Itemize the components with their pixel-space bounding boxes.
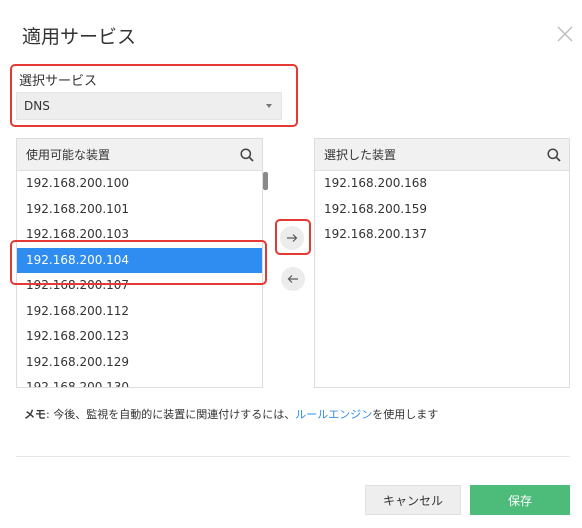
service-label: 選択サービス bbox=[19, 74, 98, 89]
list-item[interactable]: 192.168.200.107 bbox=[17, 273, 262, 299]
save-button[interactable]: 保存 bbox=[470, 485, 570, 515]
close-icon bbox=[557, 26, 573, 42]
selected-devices-panel: 選択した装置 192.168.200.168 192.168.200.159 1… bbox=[314, 138, 570, 388]
available-devices-panel: 使用可能な装置 192.168.200.100 192.168.200.101 … bbox=[16, 138, 263, 388]
selected-devices-list: 192.168.200.168 192.168.200.159 192.168.… bbox=[315, 171, 569, 248]
memo-prefix: メモ bbox=[24, 408, 46, 421]
selected-devices-title: 選択した装置 bbox=[324, 148, 397, 162]
divider bbox=[16, 456, 570, 457]
search-icon[interactable] bbox=[240, 148, 254, 162]
available-devices-header: 使用可能な装置 bbox=[17, 139, 262, 171]
available-devices-list: 192.168.200.100 192.168.200.101 192.168.… bbox=[17, 171, 262, 387]
list-item[interactable]: 192.168.200.101 bbox=[17, 197, 262, 223]
selected-devices-header: 選択した装置 bbox=[315, 139, 569, 171]
memo-suffix: を使用します bbox=[372, 408, 439, 421]
list-item[interactable]: 192.168.200.129 bbox=[17, 350, 262, 376]
list-item[interactable]: 192.168.200.100 bbox=[17, 171, 262, 197]
list-item[interactable]: 192.168.200.103 bbox=[17, 222, 262, 248]
rule-engine-link[interactable]: ルールエンジン bbox=[295, 408, 372, 421]
arrow-left-icon bbox=[287, 275, 298, 283]
list-item[interactable]: 192.168.200.123 bbox=[17, 324, 262, 350]
arrow-right-icon bbox=[287, 234, 298, 242]
available-devices-title: 使用可能な装置 bbox=[26, 148, 111, 162]
memo-body: : 今後、監視を自動的に装置に関連付けするには、 bbox=[46, 408, 296, 421]
list-item[interactable]: 192.168.200.137 bbox=[315, 222, 569, 248]
list-item[interactable]: 192.168.200.112 bbox=[17, 299, 262, 325]
cancel-button[interactable]: キャンセル bbox=[365, 485, 461, 515]
dialog-title: 適用サービス bbox=[22, 26, 137, 48]
service-select-value: DNS bbox=[24, 99, 50, 113]
chevron-down-icon bbox=[266, 104, 272, 108]
list-item-selected[interactable]: 192.168.200.104 bbox=[17, 247, 262, 273]
close-button[interactable] bbox=[556, 25, 574, 43]
list-item[interactable]: 192.168.200.159 bbox=[315, 197, 569, 223]
move-right-button[interactable] bbox=[280, 226, 304, 250]
scrollbar-thumb[interactable] bbox=[263, 172, 268, 190]
list-item[interactable]: 192.168.200.168 bbox=[315, 171, 569, 197]
move-left-button[interactable] bbox=[281, 267, 305, 291]
service-select[interactable]: DNS bbox=[16, 92, 282, 120]
list-item[interactable]: 192.168.200.130 bbox=[17, 375, 262, 387]
memo-text: メモ: 今後、監視を自動的に装置に関連付けするには、ルールエンジンを使用します bbox=[24, 406, 438, 422]
search-icon[interactable] bbox=[547, 148, 561, 162]
